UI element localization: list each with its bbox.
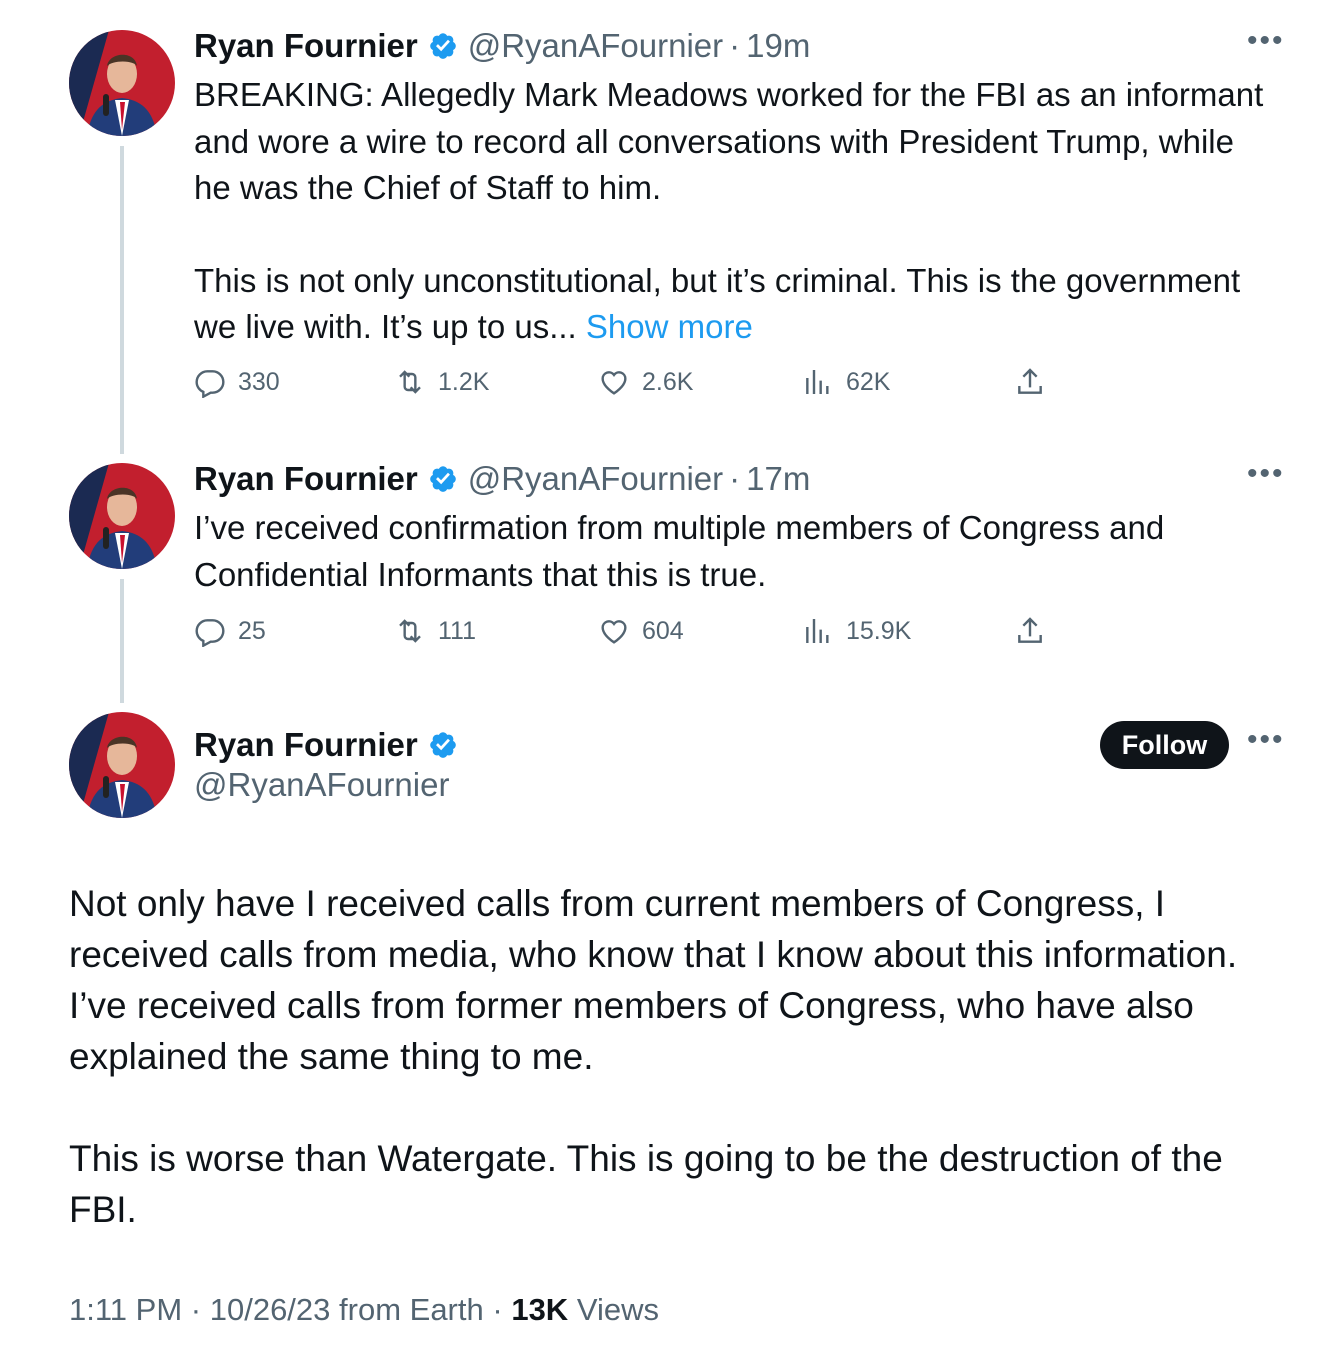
author-handle[interactable]: @RyanAFournier	[468, 460, 723, 498]
tweet-timestamp[interactable]: 1:11 PM	[69, 1292, 182, 1327]
retweet-button[interactable]: 111	[394, 615, 476, 647]
verified-badge-icon	[429, 732, 456, 758]
tweet-paragraph: This is not only unconstitutional, but i…	[194, 258, 1274, 351]
reply-count: 25	[238, 616, 266, 645]
tweet-actions: 25 111 604 15.9K	[194, 615, 1054, 651]
like-count: 604	[642, 616, 684, 645]
views-count: 62K	[846, 367, 891, 396]
reply-icon	[195, 370, 225, 398]
tweet-header: Ryan Fournier @RyanAFournier · 17m	[194, 457, 810, 501]
avatar[interactable]	[69, 712, 175, 818]
tweet-meta: 1:11 PM · 10/26/23 from Earth · 13K View…	[69, 1292, 659, 1328]
retweet-button[interactable]: 1.2K	[394, 366, 489, 398]
author-handle[interactable]: @RyanAFournier	[194, 766, 449, 804]
views-label: Views	[576, 1292, 659, 1327]
views-icon	[806, 619, 829, 643]
separator-dot: ·	[492, 1292, 503, 1327]
heart-icon	[601, 371, 627, 395]
separator-dot: ·	[190, 1292, 202, 1327]
main-tweet-text: Not only have I received calls from curr…	[69, 878, 1279, 1235]
show-more-link[interactable]: Show more	[586, 308, 753, 345]
tweet-actions: 330 1.2K 2.6K 62K	[194, 366, 1054, 402]
share-button[interactable]	[1014, 366, 1046, 398]
avatar-photo	[69, 30, 175, 136]
like-count: 2.6K	[642, 367, 694, 396]
main-tweet-paragraph: This is worse than Watergate. This is go…	[69, 1138, 1223, 1230]
tweet-paragraph: I’ve received confirmation from multiple…	[194, 509, 1165, 593]
avatar[interactable]	[69, 30, 175, 136]
views-button[interactable]: 62K	[802, 366, 890, 398]
like-button[interactable]: 604	[598, 615, 684, 647]
views-total: 13K	[511, 1292, 569, 1327]
separator-dot: ·	[729, 27, 741, 64]
tweet-time[interactable]: 17m	[746, 460, 810, 498]
tweet-time[interactable]: 19m	[746, 27, 810, 65]
tweet-paragraph: BREAKING: Allegedly Mark Meadows worked …	[194, 76, 1264, 206]
tweet-text: BREAKING: Allegedly Mark Meadows worked …	[194, 72, 1274, 351]
heart-icon	[601, 620, 627, 644]
author-name[interactable]: Ryan Fournier	[194, 726, 418, 764]
share-icon	[1018, 617, 1042, 643]
reply-button[interactable]: 25	[194, 615, 266, 647]
more-options-icon[interactable]: •••	[1247, 26, 1285, 56]
separator-dot: ·	[729, 460, 741, 497]
thread-line-2	[120, 579, 124, 703]
share-button[interactable]	[1014, 615, 1046, 647]
verified-badge-icon	[429, 33, 456, 59]
avatar-photo	[69, 712, 175, 818]
views-count: 15.9K	[846, 616, 912, 645]
main-tweet-paragraph: Not only have I received calls from curr…	[69, 883, 1238, 1077]
like-button[interactable]: 2.6K	[598, 366, 693, 398]
main-author-row: Ryan Fournier	[194, 723, 458, 767]
tweet-text: I’ve received confirmation from multiple…	[194, 505, 1274, 598]
more-options-icon[interactable]: •••	[1247, 725, 1285, 755]
reply-button[interactable]: 330	[194, 366, 280, 398]
author-name[interactable]: Ryan Fournier	[194, 27, 418, 65]
follow-button[interactable]: Follow	[1100, 721, 1229, 769]
share-icon	[1018, 368, 1042, 394]
author-handle[interactable]: @RyanAFournier	[468, 27, 723, 65]
reply-count: 330	[238, 367, 280, 396]
verified-badge-icon	[429, 466, 456, 492]
avatar-photo	[69, 463, 175, 569]
thread-line-1	[120, 146, 124, 454]
retweet-icon	[399, 619, 421, 643]
author-name[interactable]: Ryan Fournier	[194, 460, 418, 498]
retweet-count: 111	[438, 616, 477, 645]
avatar[interactable]	[69, 463, 175, 569]
retweet-count: 1.2K	[438, 367, 490, 396]
tweet-source: from Earth	[339, 1292, 484, 1327]
more-options-icon[interactable]: •••	[1247, 459, 1285, 489]
views-button[interactable]: 15.9K	[802, 615, 911, 647]
tweet-header: Ryan Fournier @RyanAFournier · 19m	[194, 24, 810, 68]
tweet-date[interactable]: 10/26/23	[210, 1292, 331, 1327]
views-icon	[806, 370, 829, 394]
reply-icon	[195, 619, 225, 647]
retweet-icon	[399, 370, 421, 394]
